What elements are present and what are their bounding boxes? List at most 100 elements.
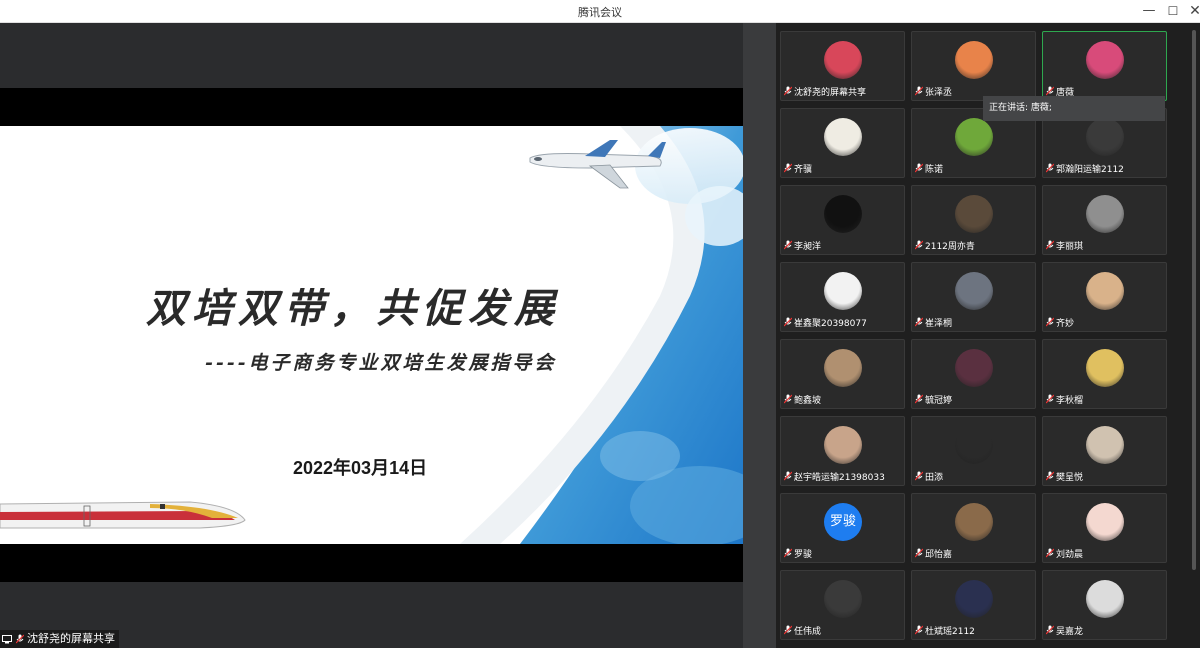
participant-name: 吴嘉龙 (1045, 625, 1084, 639)
participant-tile[interactable]: 沈舒尧的屏幕共享 (780, 31, 905, 101)
maximize-button[interactable]: ☐ (1162, 2, 1184, 20)
mic-off-icon (914, 317, 924, 332)
mic-off-icon (914, 163, 924, 178)
participant-name-text: 吴嘉龙 (1056, 627, 1084, 637)
mic-off-icon (1045, 394, 1055, 409)
train-icon (0, 501, 246, 529)
participant-name-text: 邱怡嘉 (925, 550, 953, 560)
participant-name-text: 沈舒尧的屏幕共享 (794, 88, 867, 98)
participant-name: 崔泽桐 (914, 317, 952, 332)
mic-off-icon (1045, 163, 1055, 178)
mic-off-icon (914, 394, 924, 409)
participant-tile[interactable]: 齐妙 (1042, 262, 1167, 332)
cat-avatar (1086, 195, 1124, 233)
mic-off-icon (1045, 240, 1055, 255)
panel-divider (743, 23, 776, 648)
participant-name: 杜斌瑶2112 (914, 625, 975, 640)
mic-off-icon (783, 86, 793, 101)
participant-tile[interactable]: 李秋榴 (1042, 339, 1167, 409)
participant-name: 田添 (914, 471, 944, 486)
participant-tile[interactable]: 崔鑫聚20398077 (780, 262, 905, 332)
participant-tile[interactable]: 邱怡嘉 (911, 493, 1036, 563)
participant-tile[interactable]: 田添 (911, 416, 1036, 486)
participant-tile[interactable]: 刘劲晨 (1042, 493, 1167, 563)
participant-name-text: 2112周亦青 (925, 242, 975, 252)
screen-share-label: 沈舒尧的屏幕共享 (0, 630, 119, 648)
mic-off-icon (783, 163, 793, 178)
cat-girl-avatar (1086, 503, 1124, 541)
mic-off-icon (1045, 317, 1055, 332)
participant-name: 张泽丞 (914, 86, 953, 100)
sunset-avatar (955, 41, 993, 79)
participant-tile[interactable]: 唐薇 (1042, 31, 1167, 101)
shared-screen-area[interactable]: 双培双带，共促发展 ----电子商务专业双培生发展指导会 2022年03月14日… (0, 23, 743, 648)
participant-name-text: 杜斌瑶2112 (925, 627, 975, 637)
participant-name-text: 陈诺 (925, 165, 944, 175)
kitten-avatar (824, 349, 862, 387)
participant-name: 2112周亦青 (914, 240, 975, 255)
participant-list-scrollbar[interactable] (1192, 30, 1196, 570)
participant-tile[interactable]: 赵宇皓运输21398033 (780, 416, 905, 486)
participant-name: 赵宇皓运输21398033 (783, 471, 885, 486)
participant-name: 毓冠婷 (914, 394, 953, 409)
participant-tile[interactable]: 李丽琪 (1042, 185, 1167, 255)
slide-background-graphic (0, 126, 743, 544)
participant-name: 沈舒尧的屏幕共享 (783, 86, 867, 101)
participant-name-text: 张泽丞 (925, 88, 953, 98)
participant-name: 李丽琪 (1045, 240, 1084, 255)
city-avatar (824, 41, 862, 79)
participant-tile[interactable]: 樊呈悦 (1042, 416, 1167, 486)
participant-name: 李昶洋 (783, 240, 822, 254)
speaking-tooltip: 正在讲话: 唐薇; (983, 96, 1165, 121)
window-titlebar: 腾讯会议 — ☐ ✕ (0, 0, 1200, 23)
participant-name: 刘劲晨 (1045, 548, 1083, 562)
participant-tile[interactable]: 杜斌瑶2112 (911, 570, 1036, 640)
mic-off-icon (914, 625, 924, 640)
participant-tile[interactable]: 李昶洋 (780, 185, 905, 255)
minimize-button[interactable]: — (1138, 2, 1160, 20)
participant-tile[interactable]: 齐骥 (780, 108, 905, 178)
mic-off-icon (783, 317, 793, 332)
participant-name-text: 田添 (925, 473, 944, 483)
participant-name-text: 李丽琪 (1056, 242, 1084, 252)
mic-off-icon (914, 240, 924, 255)
girl-avatar (824, 426, 862, 464)
mic-off-icon (783, 471, 793, 486)
participant-name-text: 罗骏 (794, 550, 813, 560)
participant-name: 齐妙 (1045, 317, 1075, 332)
bucket-hat-avatar (1086, 426, 1124, 464)
halo-avatar (955, 349, 993, 387)
participant-name-text: 齐骥 (794, 165, 813, 175)
bear-avatar (955, 503, 993, 541)
screen-share-icon (2, 634, 12, 643)
mic-off-icon (914, 548, 924, 563)
anime-avatar (1086, 41, 1124, 79)
presentation-slide: 双培双带，共促发展 ----电子商务专业双培生发展指导会 2022年03月14日 (0, 126, 743, 544)
participant-name: 樊呈悦 (1045, 471, 1083, 485)
logo-avatar (824, 272, 862, 310)
participant-tile[interactable]: 张泽丞 (911, 31, 1036, 101)
participant-tile[interactable]: 崔泽桐 (911, 262, 1036, 332)
participant-name: 陈诺 (914, 163, 944, 178)
participant-name-text: 李昶洋 (794, 242, 822, 252)
text-avatar: 罗骏 (824, 503, 862, 541)
mic-off-icon (914, 471, 924, 486)
mic-off-icon (783, 625, 793, 640)
participant-tile[interactable]: 任伟成 (780, 570, 905, 640)
participant-tile[interactable]: 毓冠婷 (911, 339, 1036, 409)
close-button[interactable]: ✕ (1184, 2, 1200, 20)
slide-title: 双培双带，共促发展 (146, 285, 560, 332)
participant-name: 任伟成 (783, 625, 822, 640)
participant-name-text: 赵宇皓运输21398033 (794, 473, 885, 483)
participant-tile[interactable]: 2112周亦青 (911, 185, 1036, 255)
participant-tile[interactable]: 罗骏 罗骏 (780, 493, 905, 563)
participant-tile[interactable]: 吴嘉龙 (1042, 570, 1167, 640)
participant-name-text: 齐妙 (1056, 319, 1075, 329)
participant-name-text: 毓冠婷 (925, 396, 953, 406)
participant-name-text: 任伟成 (794, 627, 822, 637)
mic-off-icon (783, 394, 793, 409)
participant-name: 李秋榴 (1045, 394, 1083, 409)
participant-tile[interactable]: 鲍鑫坡 (780, 339, 905, 409)
street-avatar (955, 272, 993, 310)
participant-name: 崔鑫聚20398077 (783, 317, 867, 332)
